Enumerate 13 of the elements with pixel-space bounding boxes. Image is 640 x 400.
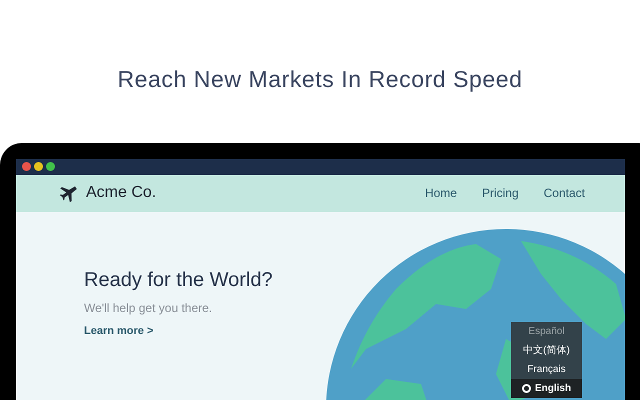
nav-link[interactable]: Contact xyxy=(544,184,585,202)
language-option[interactable]: 中文(简体) xyxy=(511,340,582,360)
nav-link[interactable]: Home xyxy=(424,184,457,202)
hero-subtitle: We'll help get you there. xyxy=(84,300,212,316)
headline: Reach New Markets In Record Speed xyxy=(117,65,523,94)
brand-name[interactable]: Acme Co. xyxy=(86,181,156,205)
language-option[interactable]: Français xyxy=(511,360,582,378)
nav-link[interactable]: Pricing xyxy=(482,184,519,202)
hero-title: Ready for the World? xyxy=(84,268,273,292)
learn-more-link[interactable]: Learn more > xyxy=(84,322,154,339)
language-option[interactable]: English xyxy=(511,378,582,398)
language-option[interactable]: Español xyxy=(511,322,582,340)
ring-icon xyxy=(522,384,531,392)
